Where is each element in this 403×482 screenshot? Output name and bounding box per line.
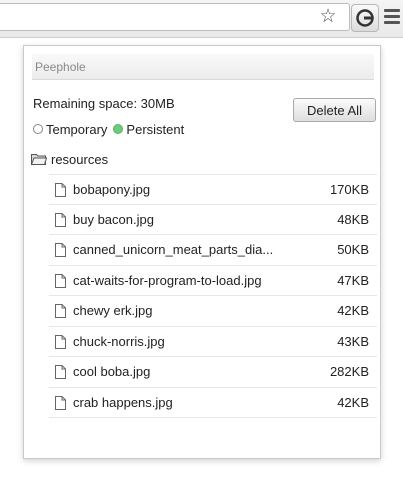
folder-name: resources <box>51 151 109 167</box>
peephole-popup: Peephole Remaining space: 30MB Delete Al… <box>23 45 381 459</box>
file-icon <box>55 183 66 197</box>
file-icon <box>55 243 66 257</box>
file-icon <box>55 334 66 349</box>
file-icon <box>55 365 66 379</box>
file-row[interactable]: cat-waits-for-program-to-load.jpg 47KB <box>49 266 377 296</box>
file-size: 43KB <box>337 333 369 349</box>
file-name: bobapony.jpg <box>73 181 151 197</box>
file-size: 50KB <box>337 242 369 258</box>
file-row[interactable]: chewy erk.jpg 42KB <box>49 296 377 327</box>
remaining-space-label: Remaining space: 30MB <box>33 96 175 111</box>
persistent-radio[interactable] <box>113 124 124 134</box>
file-size: 47KB <box>337 272 369 288</box>
folder-resources[interactable]: resources <box>31 150 108 168</box>
address-bar[interactable] <box>0 3 350 31</box>
file-icon <box>55 395 66 410</box>
peephole-extension-icon <box>356 9 374 27</box>
file-name: canned_unicorn_meat_parts_dia... <box>73 242 274 258</box>
file-name: crab happens.jpg <box>73 394 173 410</box>
temporary-label[interactable]: Temporary <box>46 122 107 137</box>
file-row[interactable]: bobapony.jpg 170KB <box>49 174 377 205</box>
file-row[interactable]: cool boba.jpg 282KB <box>49 357 377 388</box>
file-row[interactable]: crab happens.jpg 42KB <box>49 388 377 418</box>
file-row[interactable]: canned_unicorn_meat_parts_dia... 50KB <box>49 235 377 266</box>
temporary-radio[interactable] <box>33 124 43 134</box>
file-name: cat-waits-for-program-to-load.jpg <box>73 272 262 288</box>
file-name: chewy erk.jpg <box>73 303 153 319</box>
file-size: 170KB <box>329 181 369 197</box>
delete-all-button[interactable]: Delete All <box>293 98 376 122</box>
file-list: bobapony.jpg 170KB buy bacon.jpg 48KB ca… <box>49 174 377 418</box>
file-icon <box>55 212 66 227</box>
file-icon <box>55 273 66 288</box>
storage-type-selector: Temporary Persistent <box>33 120 190 138</box>
file-icon <box>55 304 66 318</box>
file-size: 42KB <box>337 394 369 410</box>
popup-title: Peephole <box>32 54 374 80</box>
file-row[interactable]: buy bacon.jpg 48KB <box>49 205 377 235</box>
file-row[interactable]: chuck-norris.jpg 43KB <box>49 327 377 357</box>
file-name: cool boba.jpg <box>73 364 151 380</box>
file-name: buy bacon.jpg <box>73 211 154 227</box>
persistent-label[interactable]: Persistent <box>126 122 184 137</box>
folder-open-icon <box>31 154 47 165</box>
file-size: 48KB <box>337 211 369 227</box>
file-size: 42KB <box>337 303 369 319</box>
peephole-extension-button[interactable] <box>351 4 379 32</box>
browser-toolbar: ☆ <box>0 0 403 38</box>
file-size: 282KB <box>329 364 369 380</box>
file-name: chuck-norris.jpg <box>73 333 165 349</box>
wrench-menu-icon[interactable] <box>384 6 402 28</box>
star-icon[interactable]: ☆ <box>318 6 338 26</box>
